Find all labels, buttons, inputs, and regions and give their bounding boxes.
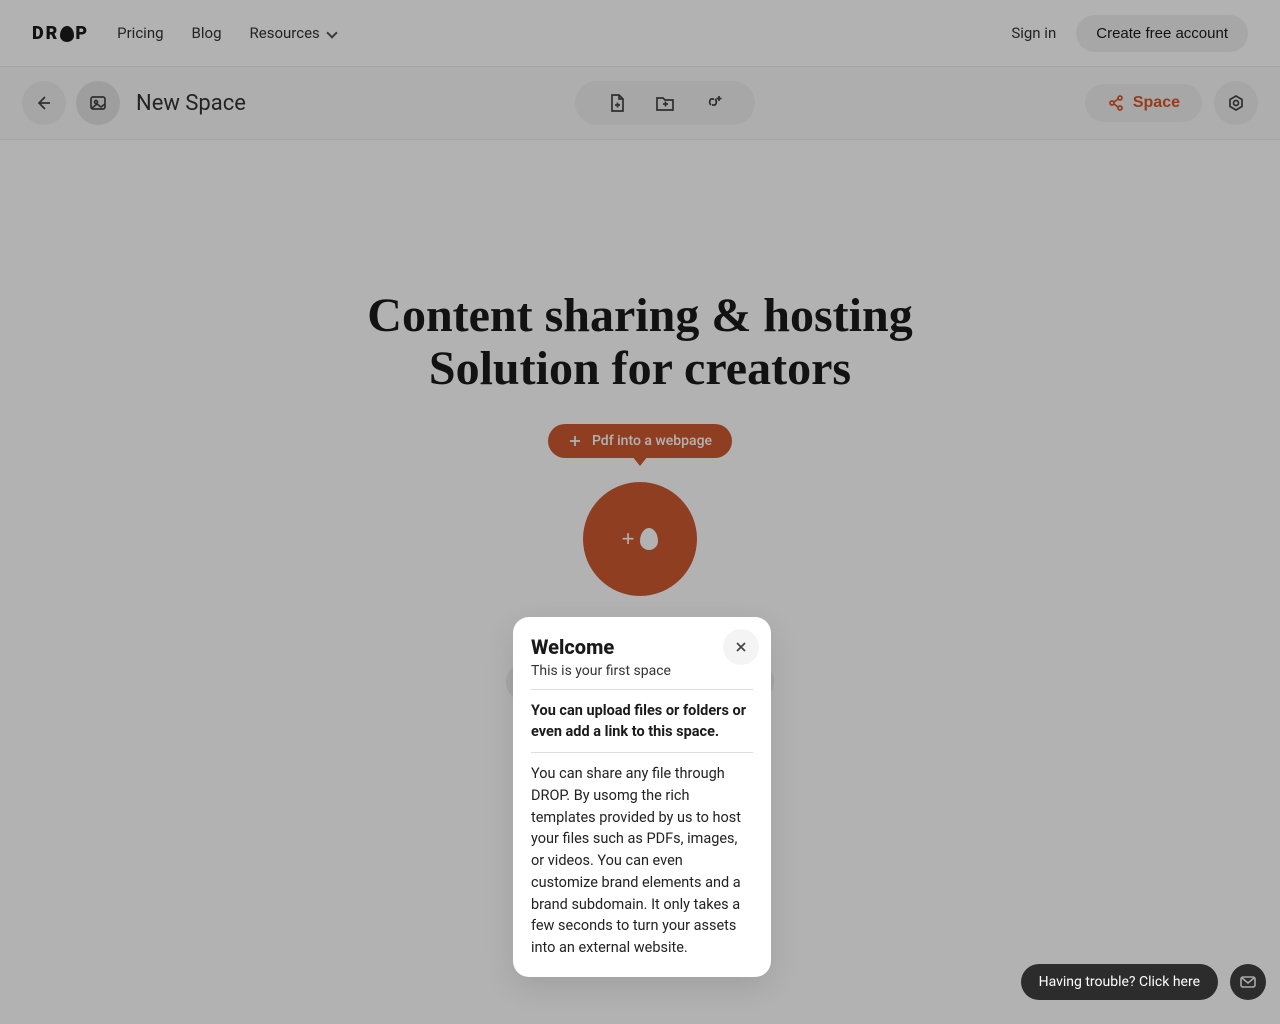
divider (531, 752, 753, 753)
welcome-title: Welcome (531, 635, 753, 659)
close-button[interactable] (723, 629, 759, 665)
welcome-popup: Welcome This is your first space You can… (513, 617, 771, 977)
welcome-bold-text: You can upload files or folders or even … (531, 700, 753, 742)
help-pill[interactable]: Having trouble? Click here (1021, 964, 1218, 1000)
close-icon (733, 639, 749, 655)
mail-icon (1239, 973, 1257, 991)
help-button[interactable] (1230, 964, 1266, 1000)
divider (531, 689, 753, 690)
welcome-body-text: You can share any file through DROP. By … (531, 763, 753, 959)
welcome-subtitle: This is your first space (531, 663, 753, 679)
help-area: Having trouble? Click here (1021, 964, 1266, 1000)
